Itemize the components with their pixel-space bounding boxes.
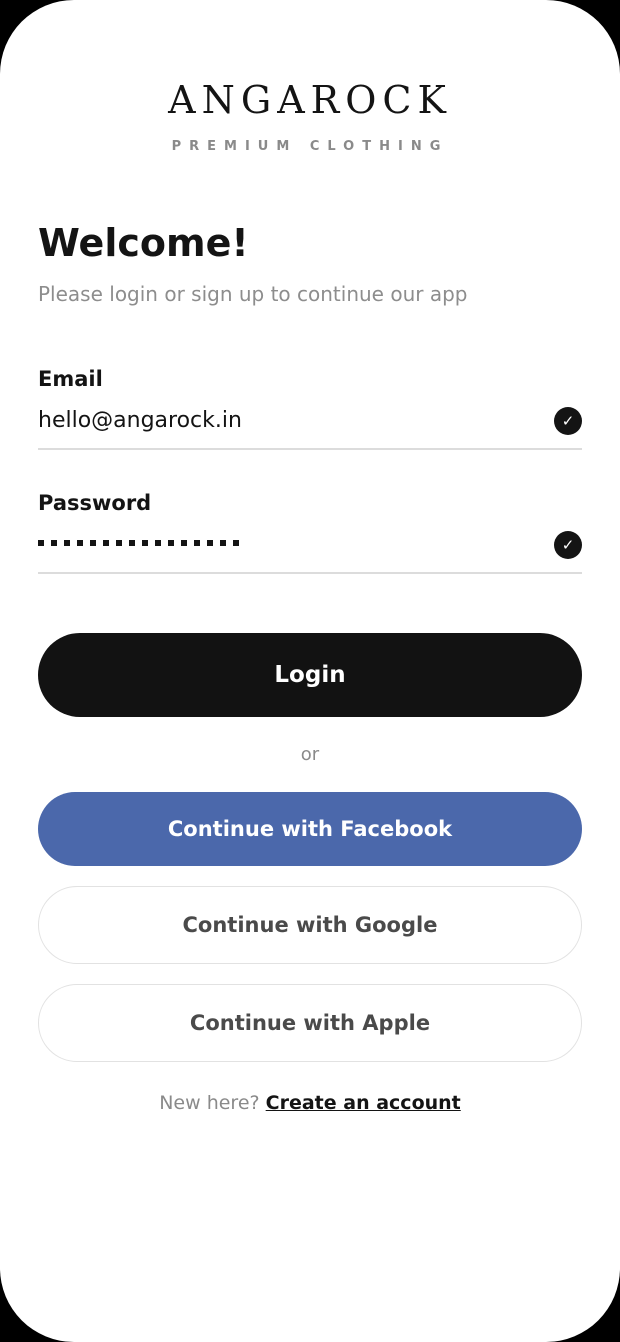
brand-logo: ANGAROCK — [168, 78, 452, 122]
password-field[interactable] — [38, 540, 239, 546]
page-title: Welcome! — [38, 221, 249, 265]
brand-tagline: PREMIUM CLOTHING — [171, 139, 449, 154]
password-mask-dot — [64, 540, 70, 546]
continue-with-google-button[interactable]: Continue with Google — [38, 886, 582, 964]
password-field-underline — [38, 572, 582, 574]
create-account-link[interactable]: Create an account — [266, 1092, 461, 1114]
password-mask-dot — [129, 540, 135, 546]
password-mask-dot — [142, 540, 148, 546]
google-button-label: Continue with Google — [182, 913, 438, 937]
continue-with-apple-button[interactable]: Continue with Apple — [38, 984, 582, 1062]
password-mask-dot — [51, 540, 57, 546]
signup-prompt-text: New here? — [159, 1092, 260, 1114]
password-mask-dot — [116, 540, 122, 546]
password-valid-check-icon: ✓ — [554, 531, 582, 559]
login-button-label: Login — [274, 662, 346, 688]
email-field-underline — [38, 448, 582, 450]
password-mask-dot — [90, 540, 96, 546]
password-mask-dot — [207, 540, 213, 546]
password-mask-dot — [103, 540, 109, 546]
password-mask-dot — [181, 540, 187, 546]
login-screen: ANGAROCK PREMIUM CLOTHING Welcome! Pleas… — [0, 0, 620, 1342]
password-mask-dot — [77, 540, 83, 546]
password-mask-dot — [155, 540, 161, 546]
email-valid-check-icon: ✓ — [554, 407, 582, 435]
page-subtitle: Please login or sign up to continue our … — [38, 282, 468, 306]
password-mask-dot — [233, 540, 239, 546]
password-mask-dot — [194, 540, 200, 546]
password-mask-dot — [38, 540, 44, 546]
signup-prompt: New here? Create an account — [0, 1089, 620, 1117]
or-divider: or — [300, 744, 320, 765]
password-label: Password — [38, 491, 152, 515]
password-mask-dot — [168, 540, 174, 546]
facebook-button-label: Continue with Facebook — [167, 817, 453, 841]
login-button[interactable]: Login — [38, 633, 582, 717]
password-mask-dot — [220, 540, 226, 546]
apple-button-label: Continue with Apple — [189, 1011, 431, 1035]
continue-with-facebook-button[interactable]: Continue with Facebook — [38, 792, 582, 866]
email-label: Email — [38, 367, 103, 391]
email-field[interactable]: hello@angarock.in — [38, 407, 242, 435]
